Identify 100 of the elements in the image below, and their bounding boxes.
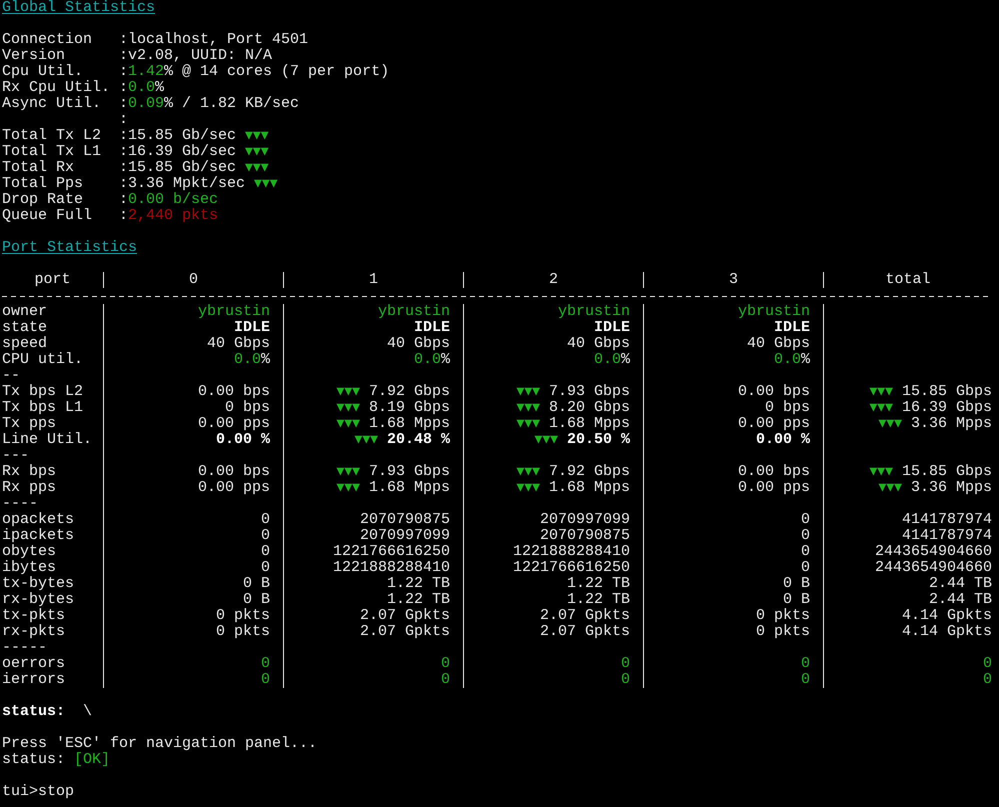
table-cell: 2443654904660	[874, 559, 992, 576]
table-cell: 0	[800, 543, 810, 560]
table-cell: 0 pkts	[216, 623, 270, 640]
stat-value: v2.08, UUID: N/A	[128, 48, 272, 64]
table-cell: 1.22 TB	[386, 591, 450, 608]
table-cell: 0.00 pps	[198, 415, 270, 432]
table-cell: 1221766616250	[332, 543, 450, 560]
table-cell: IDLE	[774, 319, 810, 336]
section-title: Global Statistics	[2, 0, 156, 16]
separator: :	[119, 80, 128, 96]
table-cell: 40 Gbps	[386, 335, 450, 352]
table-cell: 4141787974	[902, 511, 992, 528]
table-cell: 0	[260, 527, 270, 544]
table-cell: 0	[260, 671, 270, 688]
table-cell: 2070997099	[540, 511, 630, 528]
table-cell: 0.00 pps	[738, 479, 810, 496]
table-cell: IDLE	[594, 319, 630, 336]
row-label: ibytes	[2, 559, 56, 576]
table-cell: 0	[260, 543, 270, 560]
stat-label: Cpu Util.	[2, 64, 84, 80]
table-cell: ▼▼▼ 7.92 Gbps	[336, 383, 450, 400]
table-cell: 1.22 TB	[386, 575, 450, 592]
row-label: Rx pps	[2, 479, 56, 496]
table-cell: 0.00 pps	[738, 415, 810, 432]
table-cell: 4.14 Gpkts	[902, 607, 992, 624]
table-cell: 0 B	[782, 575, 810, 592]
table-cell: ▼▼▼ 15.85 Gbps	[869, 383, 992, 400]
row-label: owner	[2, 303, 48, 320]
row-label: --	[2, 367, 20, 384]
table-cell: 0	[982, 655, 992, 672]
stat-value: 0.00 b/sec	[128, 192, 218, 208]
table-cell: ▼▼▼ 20.48 %	[354, 431, 450, 448]
table-cell: 0 bps	[764, 399, 810, 416]
stat-label: Total Pps	[2, 176, 84, 192]
table-cell: 0	[440, 655, 450, 672]
table-cell: IDLE	[234, 319, 270, 336]
table-cell: 0.00 %	[756, 431, 810, 448]
table-cell: 2070790875	[360, 511, 450, 528]
table-cell: ▼▼▼ 1.68 Mpps	[516, 415, 630, 432]
table-cell: 2.44 TB	[928, 591, 992, 608]
console-line: tui>stop	[2, 784, 74, 800]
stat-label: Queue Full	[2, 208, 94, 224]
table-cell: 4141787974	[902, 527, 992, 544]
table-cell: 40 Gbps	[746, 335, 810, 352]
table-cell: 0.00 bps	[198, 463, 270, 480]
row-label: ---	[2, 447, 30, 464]
table-cell: 0	[800, 655, 810, 672]
separator: :	[119, 128, 128, 144]
row-label: Rx bps	[2, 463, 56, 480]
table-cell: 40 Gbps	[566, 335, 630, 352]
row-label: Tx pps	[2, 415, 56, 432]
row-label: obytes	[2, 543, 56, 560]
table-cell: 0	[620, 655, 630, 672]
table-cell: 0	[982, 671, 992, 688]
table-cell: 0.00 pps	[198, 479, 270, 496]
table-cell: 0.00 %	[216, 431, 270, 448]
stat-label: Total Tx L2	[2, 128, 102, 144]
stat-label: Drop Rate	[2, 192, 84, 208]
row-label: ipackets	[2, 527, 74, 544]
table-cell: 2070997099	[360, 527, 450, 544]
column-header: 3	[728, 271, 738, 288]
stat-value: 1.42% @ 14 cores (7 per port)	[128, 64, 390, 80]
row-label: tx-pkts	[2, 607, 66, 624]
table-cell: ▼▼▼ 7.93 Gbps	[336, 463, 450, 480]
table-cell: IDLE	[414, 319, 450, 336]
table-cell: ▼▼▼ 1.68 Mpps	[516, 479, 630, 496]
table-cell: 2.07 Gpkts	[360, 623, 450, 640]
stat-label: Rx Cpu Util.	[2, 80, 112, 96]
table-cell: 0	[800, 671, 810, 688]
row-label: ierrors	[2, 671, 66, 688]
table-cell: ybrustin	[198, 303, 270, 320]
table-cell: ▼▼▼ 7.92 Gbps	[516, 463, 630, 480]
table-cell: 40 Gbps	[206, 335, 270, 352]
row-label: rx-bytes	[2, 591, 74, 608]
row-label: Tx bps L1	[2, 399, 84, 416]
table-cell: 2.07 Gpkts	[540, 623, 630, 640]
table-cell: ▼▼▼ 3.36 Mpps	[878, 479, 992, 496]
section-title: Port Statistics	[2, 240, 138, 256]
separator: :	[119, 208, 128, 224]
table-cell: ▼▼▼ 7.93 Gbps	[516, 383, 630, 400]
row-label: ----	[2, 495, 38, 512]
table-cell: 2.07 Gpkts	[360, 607, 450, 624]
table-cell: 2443654904660	[874, 543, 992, 560]
table-cell: 0.0%	[774, 351, 810, 368]
table-cell: ▼▼▼ 8.20 Gbps	[516, 399, 630, 416]
table-cell: 0	[260, 655, 270, 672]
table-cell: 1.22 TB	[566, 575, 630, 592]
table-cell: ▼▼▼ 8.19 Gbps	[336, 399, 450, 416]
console-line: Press 'ESC' for navigation panel...	[2, 736, 318, 752]
table-cell: ybrustin	[738, 303, 810, 320]
table-cell: 0 pkts	[756, 607, 810, 624]
table-cell: 0	[620, 671, 630, 688]
table-cell: ▼▼▼ 16.39 Gbps	[869, 399, 992, 416]
table-cell: 0 bps	[224, 399, 270, 416]
stat-label: Version	[2, 48, 66, 64]
table-cell: 1.22 TB	[566, 591, 630, 608]
row-label: rx-pkts	[2, 623, 66, 640]
table-cell: 0.0%	[594, 351, 630, 368]
column-header: 1	[368, 271, 378, 288]
table-cell: 0 pkts	[216, 607, 270, 624]
